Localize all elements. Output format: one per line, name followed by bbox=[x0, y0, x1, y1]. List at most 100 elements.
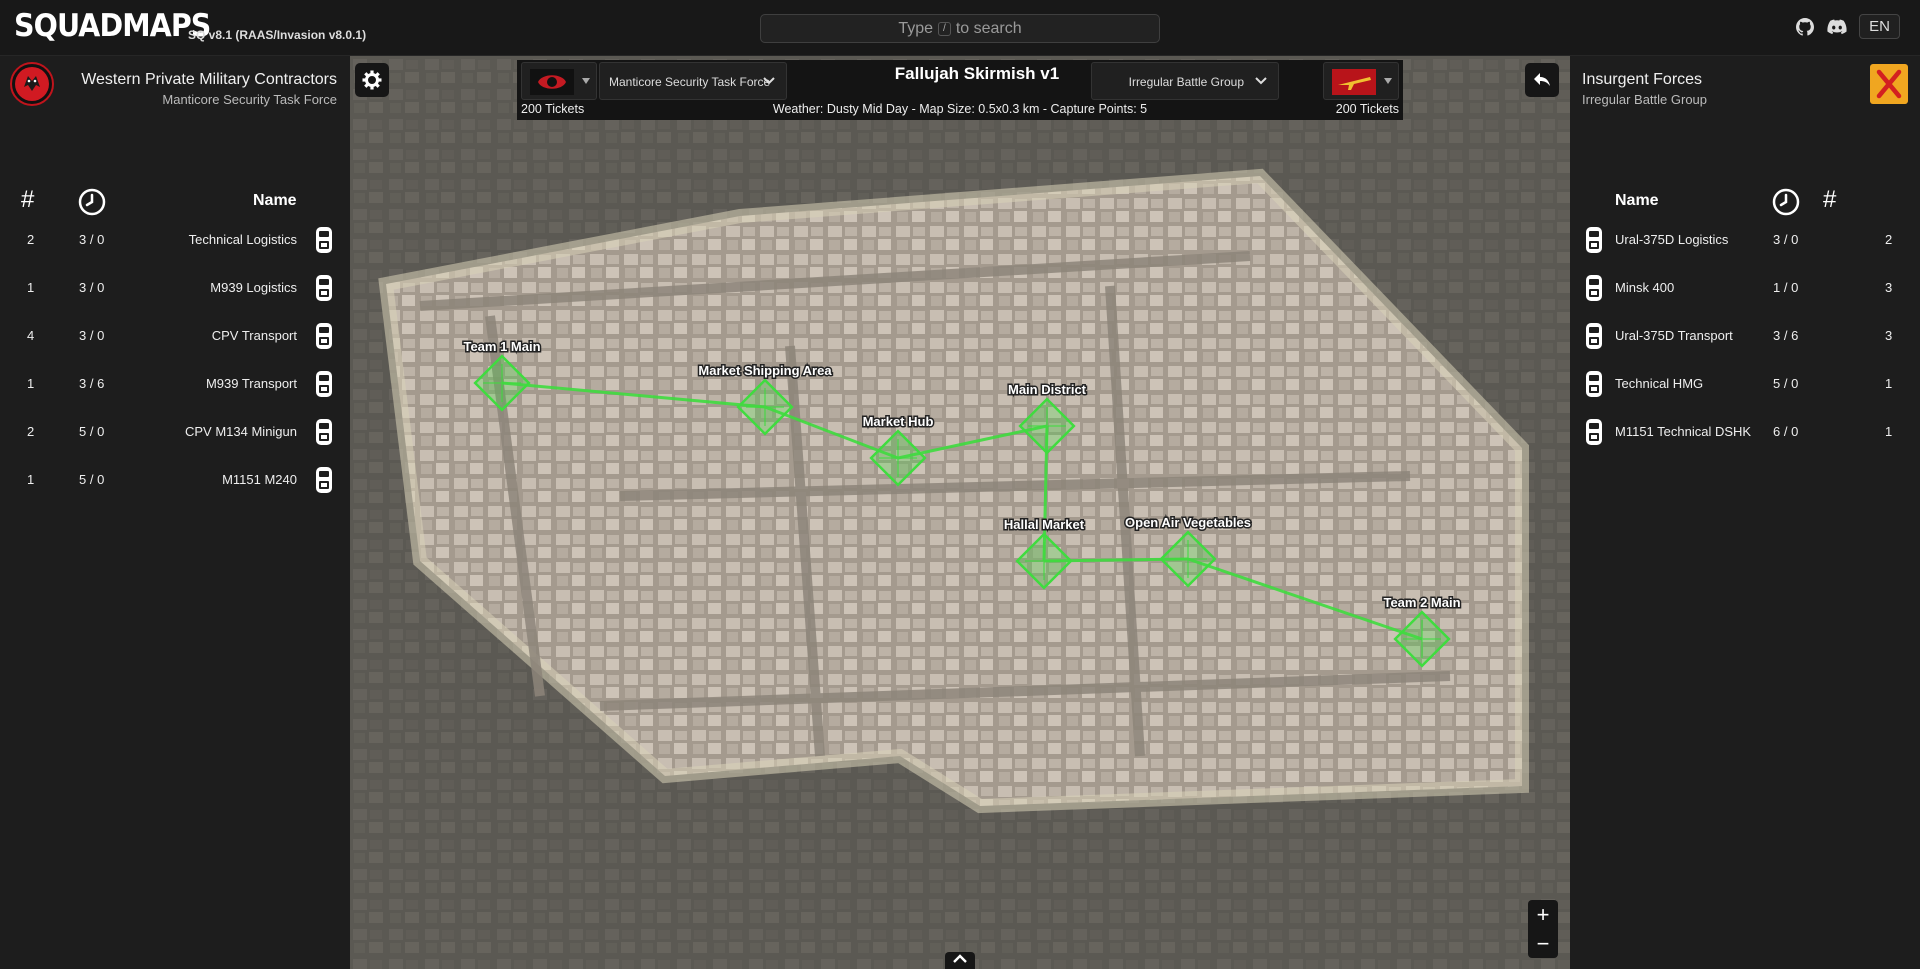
capture-point-label: Hallal Market bbox=[1004, 517, 1085, 532]
search-box[interactable]: Type / to search bbox=[760, 14, 1160, 43]
settings-button[interactable] bbox=[355, 63, 389, 97]
vehicle-count: 1 bbox=[1885, 376, 1893, 391]
vehicle-count: 1 bbox=[1885, 424, 1893, 439]
capture-point-label: Team 1 Main bbox=[463, 339, 540, 354]
team1-dropdown-value: Manticore Security Task Force bbox=[609, 75, 771, 89]
vehicle-icon-wrapper bbox=[313, 368, 335, 403]
vehicle-icon-wrapper bbox=[1583, 272, 1605, 307]
search-suffix: to search bbox=[955, 20, 1022, 37]
capture-point-label: Market Shipping Area bbox=[698, 363, 832, 378]
back-button[interactable] bbox=[1525, 63, 1559, 97]
vehicle-respawn-time: 6 / 0 bbox=[1773, 424, 1799, 439]
vehicle-name: M1151 Technical DSHK bbox=[1615, 424, 1752, 439]
vehicle-count: 2 bbox=[27, 424, 35, 439]
search-prefix: Type bbox=[898, 20, 934, 37]
team1-faction-logo bbox=[10, 62, 54, 106]
capture-point-label: Team 2 Main bbox=[1383, 595, 1460, 610]
team1-vehicle-row[interactable]: 1 3 / 6 M939 Transport bbox=[0, 360, 350, 408]
chevron-down-icon bbox=[763, 77, 775, 85]
count-header: # bbox=[21, 186, 35, 213]
armed-car-icon bbox=[316, 419, 332, 445]
vehicle-icon-wrapper bbox=[313, 272, 335, 307]
app-version: SQ v8.1 (RAAS/Invasion v8.0.1) bbox=[188, 28, 367, 42]
team2-vehicle-row[interactable]: 1 6 / 0 M1151 Technical DSHK bbox=[1570, 408, 1920, 456]
github-icon[interactable] bbox=[1795, 17, 1815, 37]
team2-flag-select[interactable] bbox=[1323, 62, 1399, 100]
capture-point-label: Main District bbox=[1008, 382, 1087, 397]
team1-flag-select[interactable] bbox=[521, 62, 597, 100]
layer-info: Weather: Dusty Mid Day - Map Size: 0.5x0… bbox=[772, 102, 1148, 116]
armed-car-icon bbox=[1586, 371, 1602, 397]
team1-vehicle-row[interactable]: 2 5 / 0 CPV M134 Minigun bbox=[0, 408, 350, 456]
vehicle-name: M939 Logistics bbox=[210, 280, 297, 295]
team2-faction-logo bbox=[1870, 64, 1908, 104]
count-header: # bbox=[1823, 186, 1837, 213]
map-canvas[interactable]: Team 1 Main Market Shipping Area Market Hu… bbox=[350, 56, 1570, 969]
zoom-control: + − bbox=[1528, 900, 1558, 958]
vehicle-count: 3 bbox=[1885, 280, 1893, 295]
reply-icon bbox=[1534, 73, 1550, 86]
app-logo[interactable]: SQUADMAPS bbox=[14, 8, 211, 44]
team1-vehicle-row[interactable]: 1 3 / 0 M939 Logistics bbox=[0, 264, 350, 312]
capture-point-label: Market Hub bbox=[863, 414, 934, 429]
map-view[interactable]: Team 1 Main Market Shipping Area Market Hu… bbox=[350, 56, 1570, 969]
vehicle-count: 3 bbox=[1885, 328, 1893, 343]
vehicle-count: 1 bbox=[27, 472, 35, 487]
team1-faction-name: Western Private Military Contractors bbox=[81, 71, 337, 88]
team1-faction-dropdown[interactable]: Manticore Security Task Force bbox=[599, 62, 787, 100]
language-selector[interactable]: EN bbox=[1859, 14, 1900, 39]
logistics-truck-icon bbox=[1586, 227, 1602, 253]
transport-truck-icon bbox=[1586, 323, 1602, 349]
team2-vehicle-row[interactable]: 2 3 / 0 Ural-375D Logistics bbox=[1570, 216, 1920, 264]
vehicle-icon-wrapper bbox=[1583, 416, 1605, 451]
team2-vehicle-row[interactable]: 3 1 / 0 Minsk 400 bbox=[1570, 264, 1920, 312]
vehicle-icon-wrapper bbox=[313, 464, 335, 499]
vehicle-respawn-time: 1 / 0 bbox=[1773, 280, 1799, 295]
layer-info-bar: Manticore Security Task Force Fallujah S… bbox=[517, 60, 1403, 120]
capture-point-label: Open Air Vegetables bbox=[1125, 515, 1251, 530]
zoom-out-button[interactable]: − bbox=[1528, 929, 1558, 958]
team2-tickets: 200 Tickets bbox=[1335, 102, 1399, 116]
team1-table-header: # Name bbox=[0, 164, 350, 216]
team1-unit-name: Manticore Security Task Force bbox=[162, 92, 337, 107]
vehicle-name: Ural-375D Transport bbox=[1615, 328, 1733, 343]
team2-vehicle-row[interactable]: 1 5 / 0 Technical HMG bbox=[1570, 360, 1920, 408]
vehicle-respawn-time: 3 / 0 bbox=[79, 280, 105, 295]
vehicle-name: Technical HMG bbox=[1615, 376, 1704, 391]
top-bar: SQUADMAPS SQ v8.1 (RAAS/Invasion v8.0.1)… bbox=[0, 0, 1920, 56]
gear-icon bbox=[362, 70, 382, 90]
vehicle-respawn-time: 5 / 0 bbox=[79, 424, 105, 439]
name-header: Name bbox=[253, 192, 297, 209]
motorbike-icon bbox=[1586, 275, 1602, 301]
logistics-vehicle-icon bbox=[316, 227, 332, 253]
vehicle-name: Minsk 400 bbox=[1615, 280, 1675, 295]
transport-car-icon bbox=[316, 323, 332, 349]
transport-truck-icon bbox=[316, 371, 332, 397]
team2-vehicle-row[interactable]: 3 3 / 6 Ural-375D Transport bbox=[1570, 312, 1920, 360]
logistics-truck-icon bbox=[316, 275, 332, 301]
vehicle-icon-wrapper bbox=[1583, 224, 1605, 259]
vehicle-respawn-time: 3 / 0 bbox=[79, 232, 105, 247]
chevron-up-icon bbox=[953, 954, 967, 963]
team2-faction-dropdown[interactable]: Irregular Battle Group bbox=[1091, 62, 1279, 100]
team1-panel: Western Private Military Contractors Man… bbox=[0, 56, 350, 969]
team1-vehicle-row[interactable]: 2 3 / 0 Technical Logistics bbox=[0, 216, 350, 264]
vehicle-icon-wrapper bbox=[313, 320, 335, 355]
name-header: Name bbox=[1615, 192, 1659, 209]
vehicle-name: M939 Transport bbox=[205, 376, 297, 391]
armed-car-icon bbox=[316, 467, 332, 493]
vehicle-name: M1151 M240 bbox=[222, 472, 297, 487]
zoom-in-button[interactable]: + bbox=[1528, 900, 1558, 929]
vehicle-icon-wrapper bbox=[313, 224, 335, 259]
vehicle-count: 4 bbox=[27, 328, 35, 343]
vehicle-name: CPV Transport bbox=[211, 328, 297, 343]
team1-vehicle-row[interactable]: 1 5 / 0 M1151 M240 bbox=[0, 456, 350, 504]
vehicle-respawn-time: 3 / 0 bbox=[79, 328, 105, 343]
vehicle-icon-wrapper bbox=[1583, 320, 1605, 355]
expand-panel-button[interactable] bbox=[945, 952, 975, 969]
vehicle-name: Technical Logistics bbox=[188, 232, 297, 247]
team1-vehicle-row[interactable]: 4 3 / 0 CPV Transport bbox=[0, 312, 350, 360]
vehicle-name: Ural-375D Logistics bbox=[1615, 232, 1729, 247]
discord-icon[interactable] bbox=[1827, 17, 1847, 37]
vehicle-icon-wrapper bbox=[313, 416, 335, 451]
